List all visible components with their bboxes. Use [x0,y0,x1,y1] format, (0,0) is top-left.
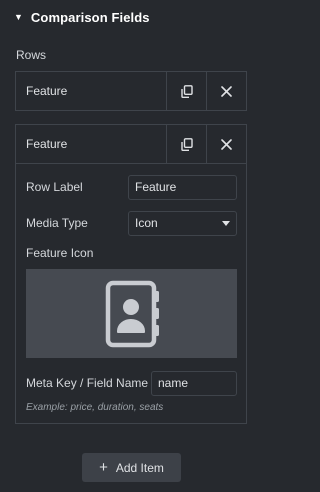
duplicate-icon [180,84,193,98]
close-icon [221,138,232,150]
row-header[interactable]: Feature [16,125,246,163]
meta-key-hint: Example: price, duration, seats [26,402,164,413]
add-item-label: Add Item [115,460,164,475]
feature-icon-picker[interactable] [26,269,237,358]
row-label-field: Row Label [26,174,237,200]
add-item-button[interactable]: + Add Item [82,453,181,482]
caret-down-icon: ▼ [14,11,23,22]
feature-icon-label: Feature Icon [26,246,94,260]
dropdown-arrow-icon [222,220,230,226]
remove-button[interactable] [206,72,246,110]
close-icon [221,85,232,97]
duplicate-button[interactable] [166,72,206,110]
meta-key-label: Meta Key / Field Name [26,376,149,390]
media-type-field: Media Type Icon [26,210,237,236]
media-type-select[interactable]: Icon [128,210,237,236]
duplicate-icon [180,137,193,151]
rows-label: Rows [16,48,47,62]
row-body: Row Label Media Type Icon Feature Icon M… [16,163,246,423]
section-title: Comparison Fields [30,9,150,25]
row-label-label: Row Label [26,180,83,194]
duplicate-button[interactable] [166,125,206,163]
plus-icon: + [99,459,108,476]
section-header[interactable]: ▼ Comparison Fields [0,0,262,34]
repeater-row-expanded[interactable]: Feature Row Label Media Type Icon Featur… [15,124,247,424]
row-header[interactable]: Feature [16,72,246,110]
meta-key-field: Meta Key / Field Name [26,370,237,396]
repeater-row-collapsed[interactable]: Feature [15,71,247,111]
remove-button[interactable] [206,125,246,163]
row-title[interactable]: Feature [16,72,166,110]
contact-book-icon [105,280,159,347]
media-type-value: Icon [135,216,158,230]
media-type-label: Media Type [26,216,88,230]
row-title[interactable]: Feature [16,125,166,163]
meta-key-input[interactable] [151,370,237,396]
row-label-input[interactable] [128,174,237,200]
